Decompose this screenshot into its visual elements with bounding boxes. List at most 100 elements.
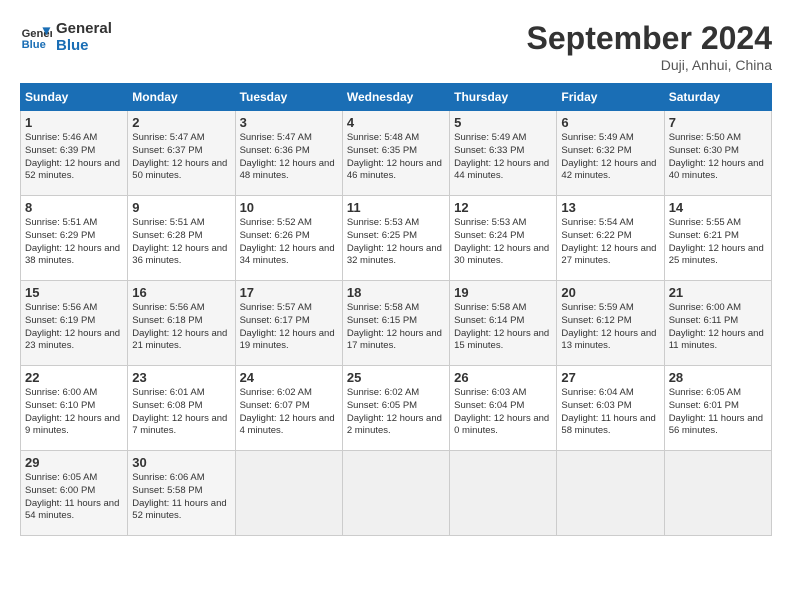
calendar-cell: 25 Sunrise: 6:02 AM Sunset: 6:05 PM Dayli… bbox=[342, 366, 449, 451]
calendar-cell: 11 Sunrise: 5:53 AM Sunset: 6:25 PM Dayli… bbox=[342, 196, 449, 281]
weekday-header-tuesday: Tuesday bbox=[235, 84, 342, 111]
day-number: 26 bbox=[454, 370, 552, 385]
calendar-cell: 17Sunrise: 5:57 AM Sunset: 6:17 PM Dayli… bbox=[235, 281, 342, 366]
day-number: 3 bbox=[240, 115, 338, 130]
day-number: 20 bbox=[561, 285, 659, 300]
day-number: 21 bbox=[669, 285, 767, 300]
calendar-cell: 9Sunrise: 5:51 AM Sunset: 6:28 PM Daylig… bbox=[128, 196, 235, 281]
day-number: 13 bbox=[561, 200, 659, 215]
logo-text-blue: Blue bbox=[56, 37, 112, 54]
day-number: 18 bbox=[347, 285, 445, 300]
calendar-cell: 22Sunrise: 6:00 AM Sunset: 6:10 PM Dayli… bbox=[21, 366, 128, 451]
calendar-cell: 3 Sunrise: 5:47 AM Sunset: 6:36 PM Daylig… bbox=[235, 111, 342, 196]
day-info: Sunrise: 6:06 AM Sunset: 5:58 PM Dayligh… bbox=[132, 472, 230, 523]
day-number: 4 bbox=[347, 115, 445, 130]
weekday-header-monday: Monday bbox=[128, 84, 235, 111]
day-number: 11 bbox=[347, 200, 445, 215]
calendar-week-5: 29 Sunrise: 6:05 AM Sunset: 6:00 PM Dayli… bbox=[21, 451, 772, 536]
day-number: 10 bbox=[240, 200, 338, 215]
calendar-cell: 10 Sunrise: 5:52 AM Sunset: 6:26 PM Dayli… bbox=[235, 196, 342, 281]
calendar-cell bbox=[664, 451, 771, 536]
day-number: 7 bbox=[669, 115, 767, 130]
calendar-cell bbox=[235, 451, 342, 536]
day-number: 24 bbox=[240, 370, 338, 385]
day-info: Sunrise: 6:00 AM Sunset: 6:10 PM Dayligh… bbox=[25, 387, 123, 438]
calendar-cell bbox=[342, 451, 449, 536]
calendar-cell: 15 Sunrise: 5:56 AM Sunset: 6:19 PM Dayli… bbox=[21, 281, 128, 366]
day-info: Sunrise: 5:56 AM Sunset: 6:19 PM Dayligh… bbox=[25, 302, 123, 353]
day-number: 2 bbox=[132, 115, 230, 130]
location-subtitle: Duji, Anhui, China bbox=[527, 57, 772, 73]
calendar-cell: 5 Sunrise: 5:49 AM Sunset: 6:33 PM Daylig… bbox=[450, 111, 557, 196]
calendar-cell: 4 Sunrise: 5:48 AM Sunset: 6:35 PM Daylig… bbox=[342, 111, 449, 196]
calendar-cell: 6Sunrise: 5:49 AM Sunset: 6:32 PM Daylig… bbox=[557, 111, 664, 196]
day-info: Sunrise: 6:02 AM Sunset: 6:07 PM Dayligh… bbox=[240, 387, 338, 438]
day-number: 8 bbox=[25, 200, 123, 215]
day-info: Sunrise: 5:47 AM Sunset: 6:36 PM Dayligh… bbox=[240, 132, 338, 183]
calendar-cell: 27 Sunrise: 6:04 AM Sunset: 6:03 PM Dayli… bbox=[557, 366, 664, 451]
day-number: 19 bbox=[454, 285, 552, 300]
day-number: 30 bbox=[132, 455, 230, 470]
weekday-header-friday: Friday bbox=[557, 84, 664, 111]
day-info: Sunrise: 5:56 AM Sunset: 6:18 PM Dayligh… bbox=[132, 302, 230, 353]
logo-text-general: General bbox=[56, 20, 112, 37]
calendar-cell: 1 Sunrise: 5:46 AM Sunset: 6:39 PM Daylig… bbox=[21, 111, 128, 196]
day-info: Sunrise: 6:02 AM Sunset: 6:05 PM Dayligh… bbox=[347, 387, 445, 438]
day-number: 27 bbox=[561, 370, 659, 385]
day-number: 15 bbox=[25, 285, 123, 300]
calendar-cell bbox=[557, 451, 664, 536]
day-number: 23 bbox=[132, 370, 230, 385]
calendar-cell: 30 Sunrise: 6:06 AM Sunset: 5:58 PM Dayli… bbox=[128, 451, 235, 536]
calendar-cell: 20 Sunrise: 5:59 AM Sunset: 6:12 PM Dayli… bbox=[557, 281, 664, 366]
day-info: Sunrise: 6:00 AM Sunset: 6:11 PM Dayligh… bbox=[669, 302, 767, 353]
day-info: Sunrise: 5:46 AM Sunset: 6:39 PM Dayligh… bbox=[25, 132, 123, 183]
logo: General Blue General Blue bbox=[20, 20, 112, 54]
day-number: 17 bbox=[240, 285, 338, 300]
calendar-cell: 12 Sunrise: 5:53 AM Sunset: 6:24 PM Dayli… bbox=[450, 196, 557, 281]
day-info: Sunrise: 5:49 AM Sunset: 6:33 PM Dayligh… bbox=[454, 132, 552, 183]
calendar-cell: 23Sunrise: 6:01 AM Sunset: 6:08 PM Dayli… bbox=[128, 366, 235, 451]
day-number: 5 bbox=[454, 115, 552, 130]
calendar-cell: 13Sunrise: 5:54 AM Sunset: 6:22 PM Dayli… bbox=[557, 196, 664, 281]
calendar-cell: 28Sunrise: 6:05 AM Sunset: 6:01 PM Dayli… bbox=[664, 366, 771, 451]
day-info: Sunrise: 5:53 AM Sunset: 6:25 PM Dayligh… bbox=[347, 217, 445, 268]
calendar-cell: 26 Sunrise: 6:03 AM Sunset: 6:04 PM Dayli… bbox=[450, 366, 557, 451]
day-number: 1 bbox=[25, 115, 123, 130]
svg-text:Blue: Blue bbox=[22, 39, 46, 51]
day-number: 6 bbox=[561, 115, 659, 130]
calendar-cell: 24 Sunrise: 6:02 AM Sunset: 6:07 PM Dayli… bbox=[235, 366, 342, 451]
day-number: 9 bbox=[132, 200, 230, 215]
day-number: 14 bbox=[669, 200, 767, 215]
day-info: Sunrise: 6:05 AM Sunset: 6:00 PM Dayligh… bbox=[25, 472, 123, 523]
day-info: Sunrise: 5:51 AM Sunset: 6:29 PM Dayligh… bbox=[25, 217, 123, 268]
day-number: 12 bbox=[454, 200, 552, 215]
day-info: Sunrise: 5:55 AM Sunset: 6:21 PM Dayligh… bbox=[669, 217, 767, 268]
calendar-cell: 16Sunrise: 5:56 AM Sunset: 6:18 PM Dayli… bbox=[128, 281, 235, 366]
calendar-cell bbox=[450, 451, 557, 536]
calendar-cell: 29 Sunrise: 6:05 AM Sunset: 6:00 PM Dayli… bbox=[21, 451, 128, 536]
title-area: September 2024 Duji, Anhui, China bbox=[527, 20, 772, 73]
day-info: Sunrise: 5:52 AM Sunset: 6:26 PM Dayligh… bbox=[240, 217, 338, 268]
day-info: Sunrise: 6:04 AM Sunset: 6:03 PM Dayligh… bbox=[561, 387, 659, 438]
day-info: Sunrise: 5:48 AM Sunset: 6:35 PM Dayligh… bbox=[347, 132, 445, 183]
weekday-header-thursday: Thursday bbox=[450, 84, 557, 111]
weekday-header-row: SundayMondayTuesdayWednesdayThursdayFrid… bbox=[21, 84, 772, 111]
calendar-week-4: 22Sunrise: 6:00 AM Sunset: 6:10 PM Dayli… bbox=[21, 366, 772, 451]
header: General Blue General Blue September 2024… bbox=[20, 20, 772, 73]
day-info: Sunrise: 5:59 AM Sunset: 6:12 PM Dayligh… bbox=[561, 302, 659, 353]
day-info: Sunrise: 5:53 AM Sunset: 6:24 PM Dayligh… bbox=[454, 217, 552, 268]
day-info: Sunrise: 6:03 AM Sunset: 6:04 PM Dayligh… bbox=[454, 387, 552, 438]
calendar-table: SundayMondayTuesdayWednesdayThursdayFrid… bbox=[20, 83, 772, 536]
day-number: 29 bbox=[25, 455, 123, 470]
calendar-week-3: 15 Sunrise: 5:56 AM Sunset: 6:19 PM Dayli… bbox=[21, 281, 772, 366]
calendar-cell: 21 Sunrise: 6:00 AM Sunset: 6:11 PM Dayli… bbox=[664, 281, 771, 366]
day-info: Sunrise: 5:50 AM Sunset: 6:30 PM Dayligh… bbox=[669, 132, 767, 183]
weekday-header-wednesday: Wednesday bbox=[342, 84, 449, 111]
day-info: Sunrise: 6:05 AM Sunset: 6:01 PM Dayligh… bbox=[669, 387, 767, 438]
calendar-cell: 14 Sunrise: 5:55 AM Sunset: 6:21 PM Dayli… bbox=[664, 196, 771, 281]
calendar-week-2: 8 Sunrise: 5:51 AM Sunset: 6:29 PM Daylig… bbox=[21, 196, 772, 281]
day-info: Sunrise: 5:58 AM Sunset: 6:15 PM Dayligh… bbox=[347, 302, 445, 353]
calendar-body: 1 Sunrise: 5:46 AM Sunset: 6:39 PM Daylig… bbox=[21, 111, 772, 536]
day-info: Sunrise: 5:58 AM Sunset: 6:14 PM Dayligh… bbox=[454, 302, 552, 353]
day-number: 25 bbox=[347, 370, 445, 385]
